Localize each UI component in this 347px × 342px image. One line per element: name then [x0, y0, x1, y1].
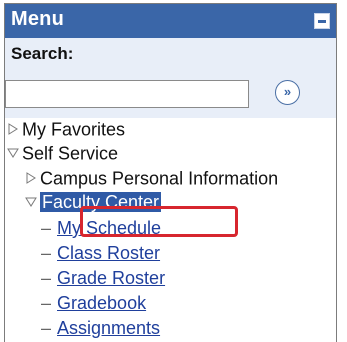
- grade-roster-link[interactable]: Grade Roster: [57, 268, 165, 288]
- triangle-right-icon: [7, 122, 19, 136]
- tree-node-label: Self Service: [22, 143, 119, 164]
- tree-node-label: Campus Personal Information: [40, 168, 279, 189]
- search-go-button[interactable]: »: [275, 80, 300, 105]
- search-input[interactable]: [5, 80, 249, 108]
- tree-node-my-favorites[interactable]: My Favorites: [7, 116, 125, 140]
- collapse-button[interactable]: [314, 13, 330, 29]
- tree-node-label: Faculty Center: [40, 192, 162, 213]
- tree-node-label: My Favorites: [22, 119, 126, 140]
- class-roster-link[interactable]: Class Roster: [57, 243, 160, 263]
- tree-item-class-roster: – Class Roster: [41, 241, 160, 265]
- tree-dash: –: [41, 318, 52, 338]
- tree-node-faculty-center[interactable]: Faculty Center: [25, 189, 162, 213]
- tree-node-campus-personal-information[interactable]: Campus Personal Information: [25, 165, 278, 189]
- gradebook-link[interactable]: Gradebook: [57, 293, 146, 313]
- tree-item-assignments: – Assignments: [41, 316, 160, 340]
- my-schedule-link[interactable]: My Schedule: [57, 218, 161, 238]
- tree-node-self-service[interactable]: Self Service: [7, 140, 118, 164]
- search-label: Search:: [11, 44, 74, 63]
- triangle-down-icon: [7, 146, 19, 160]
- menu-header: Menu: [5, 4, 336, 38]
- tree-item-my-schedule: – My Schedule: [41, 216, 161, 240]
- triangle-right-icon: [25, 171, 37, 185]
- tree-dash: –: [41, 293, 52, 313]
- tree-dash: –: [41, 243, 52, 263]
- menu-panel: Menu Search: » My Favorites Self Service: [4, 3, 337, 342]
- minus-icon: [318, 20, 326, 23]
- assignments-link[interactable]: Assignments: [57, 318, 160, 338]
- double-chevron-right-icon: »: [283, 84, 292, 99]
- triangle-down-icon: [25, 195, 37, 209]
- search-section: Search: »: [5, 38, 336, 118]
- tree-dash: –: [41, 218, 52, 238]
- menu-tree: My Favorites Self Service Campus Persona…: [5, 118, 336, 342]
- tree-item-grade-roster: – Grade Roster: [41, 266, 165, 290]
- tree-item-gradebook: – Gradebook: [41, 291, 146, 315]
- menu-title: Menu: [11, 8, 65, 30]
- tree-dash: –: [41, 268, 52, 288]
